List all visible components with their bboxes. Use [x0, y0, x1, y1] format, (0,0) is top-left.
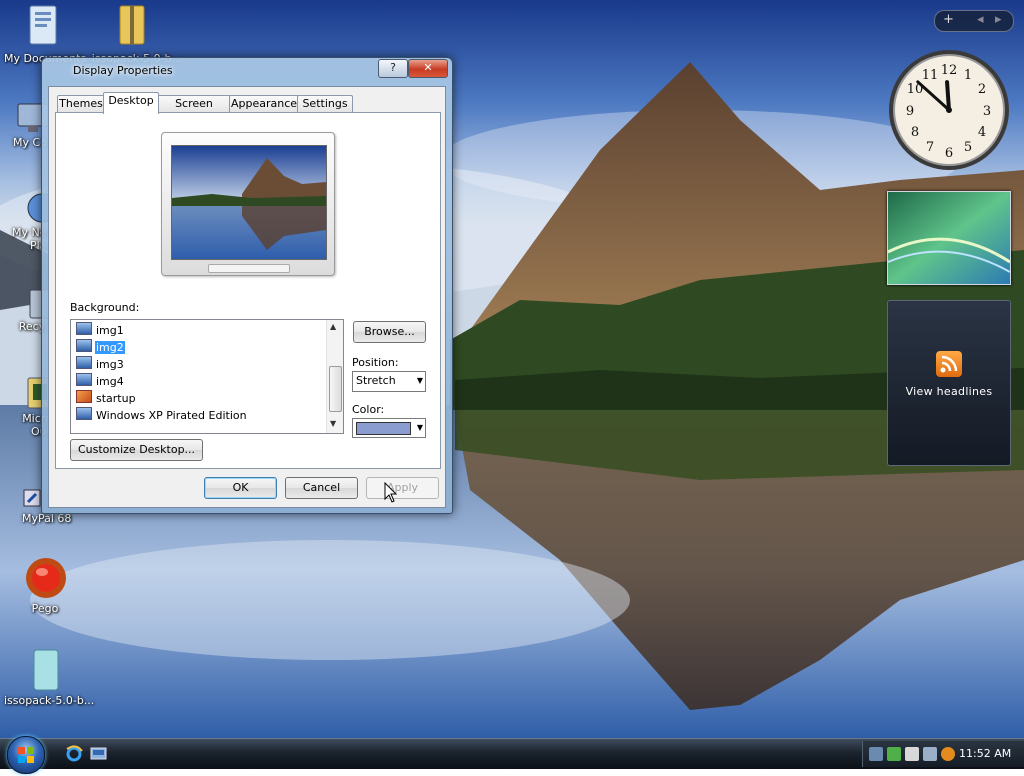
chevron-down-icon: ▼ [416, 423, 423, 432]
listbox-scrollbar[interactable]: ▲ ▼ [326, 320, 343, 433]
clock-gadget[interactable]: 12 1 2 345 678 9 10 11 [887, 48, 1011, 172]
network-icon[interactable] [869, 747, 883, 761]
search-icon[interactable] [941, 747, 955, 761]
close-button[interactable]: ✕ [408, 59, 448, 78]
system-tray: 11:52 AM [862, 741, 1024, 767]
ok-button[interactable]: OK [204, 477, 277, 499]
sidebar-next-button[interactable]: ▸ [995, 12, 1002, 27]
chevron-down-icon: ▼ [416, 376, 423, 385]
svg-text:3: 3 [983, 104, 991, 119]
dialog-title: Display Properties [73, 64, 173, 77]
internet-explorer-icon[interactable] [66, 745, 83, 762]
start-button[interactable] [7, 736, 45, 774]
background-item-label: img4 [96, 375, 124, 388]
sidebar-prev-button[interactable]: ◂ [977, 12, 984, 27]
tab-appearance[interactable]: Appearance [229, 95, 299, 113]
background-item[interactable]: img4 [76, 373, 125, 389]
zip-folder-icon [119, 5, 145, 45]
show-desktop-icon[interactable] [90, 745, 107, 762]
desktop-icon-label: Pego [31, 602, 59, 615]
background-item[interactable]: img3 [76, 356, 125, 372]
feed-headlines-gadget[interactable]: View headlines [887, 300, 1011, 466]
background-listbox[interactable]: img1 img2 img3 img4 startup Windows XP P… [70, 319, 344, 434]
tab-desktop[interactable]: Desktop [103, 92, 159, 114]
dialog-body: Themes Desktop Screen Saver Appearance S… [48, 86, 446, 508]
monitor-stand [208, 264, 290, 273]
cancel-button[interactable]: Cancel [285, 477, 358, 499]
color-swatch [356, 422, 411, 435]
image-icon [76, 390, 92, 403]
svg-text:6: 6 [945, 146, 953, 161]
sidebar-controls: + ◂ ▸ [934, 10, 1014, 32]
svg-text:5: 5 [964, 140, 972, 155]
issopack-icon [33, 649, 59, 691]
color-picker[interactable]: ▼ [352, 418, 426, 438]
desktop-tab-panel: Background: img1 img2 img3 img4 startup … [55, 112, 441, 469]
display-properties-dialog: Display Properties ? ✕ Themes Desktop Sc… [41, 57, 453, 514]
browse-button[interactable]: Browse... [353, 321, 426, 343]
background-item-label: img3 [96, 358, 124, 371]
background-item-label: startup [96, 392, 136, 405]
scroll-thumb[interactable] [329, 366, 342, 412]
mouse-cursor-icon [384, 482, 398, 503]
desktop-icon-my-documents[interactable]: My Documents_issopack-5.0-b... [4, 2, 184, 65]
taskbar: 11:52 AM [0, 736, 1024, 774]
help-button[interactable]: ? [378, 59, 408, 78]
monitor-preview [161, 132, 335, 276]
color-label: Color: [352, 403, 385, 416]
sidebar-add-gadget-button[interactable]: + [943, 12, 954, 27]
svg-text:12: 12 [941, 63, 958, 78]
svg-text:8: 8 [911, 125, 919, 140]
tab-settings[interactable]: Settings [297, 95, 353, 113]
svg-text:11: 11 [922, 68, 939, 83]
image-icon [76, 322, 92, 335]
slideshow-gadget[interactable] [887, 191, 1011, 285]
svg-text:2: 2 [978, 82, 986, 97]
usb-icon[interactable] [905, 747, 919, 761]
position-value: Stretch [356, 374, 396, 387]
tab-themes[interactable]: Themes [57, 95, 105, 113]
analog-clock-icon: 12 12 345 678 91011 [889, 50, 1009, 170]
position-select[interactable]: Stretch ▼ [352, 371, 426, 392]
background-item[interactable]: startup [76, 390, 137, 406]
desktop-icon-pego[interactable]: Pego [22, 556, 68, 615]
slideshow-image [888, 192, 1010, 284]
image-icon [76, 356, 92, 369]
svg-text:7: 7 [926, 140, 934, 155]
image-icon [76, 407, 92, 420]
taskbar-clock[interactable]: 11:52 AM [959, 747, 1011, 760]
background-item-label: Windows XP Pirated Edition [96, 409, 247, 422]
desktop-icon-issopack[interactable]: issopack-5.0-b... [4, 646, 94, 707]
image-icon [76, 339, 92, 352]
customize-desktop-button[interactable]: Customize Desktop... [70, 439, 203, 461]
volume-icon[interactable] [923, 747, 937, 761]
wallpaper-preview [171, 145, 327, 260]
tab-screen-saver[interactable]: Screen Saver [157, 95, 231, 126]
background-item-label: img2 [95, 341, 125, 354]
security-icon[interactable] [887, 747, 901, 761]
scroll-down-icon[interactable]: ▼ [330, 419, 336, 428]
image-icon [76, 373, 92, 386]
background-label: Background: [70, 301, 140, 314]
scroll-up-icon[interactable]: ▲ [330, 322, 336, 331]
background-item[interactable]: img1 [76, 322, 125, 338]
pego-icon [26, 558, 66, 598]
desktop-icon-label: issopack-5.0-b... [4, 694, 95, 707]
background-item-label: img1 [96, 324, 124, 337]
rss-icon [936, 351, 962, 377]
view-headlines-label: View headlines [905, 385, 993, 398]
apply-button[interactable]: Apply [366, 477, 439, 499]
svg-text:9: 9 [906, 104, 914, 119]
background-item-selected[interactable]: img2 [76, 339, 125, 355]
svg-text:1: 1 [964, 68, 972, 83]
position-label: Position: [352, 356, 399, 369]
background-item[interactable]: Windows XP Pirated Edition [76, 407, 248, 423]
my-documents-icon [29, 5, 57, 45]
desktop-icon-zip-folder[interactable] [112, 4, 152, 49]
svg-text:4: 4 [978, 125, 986, 140]
